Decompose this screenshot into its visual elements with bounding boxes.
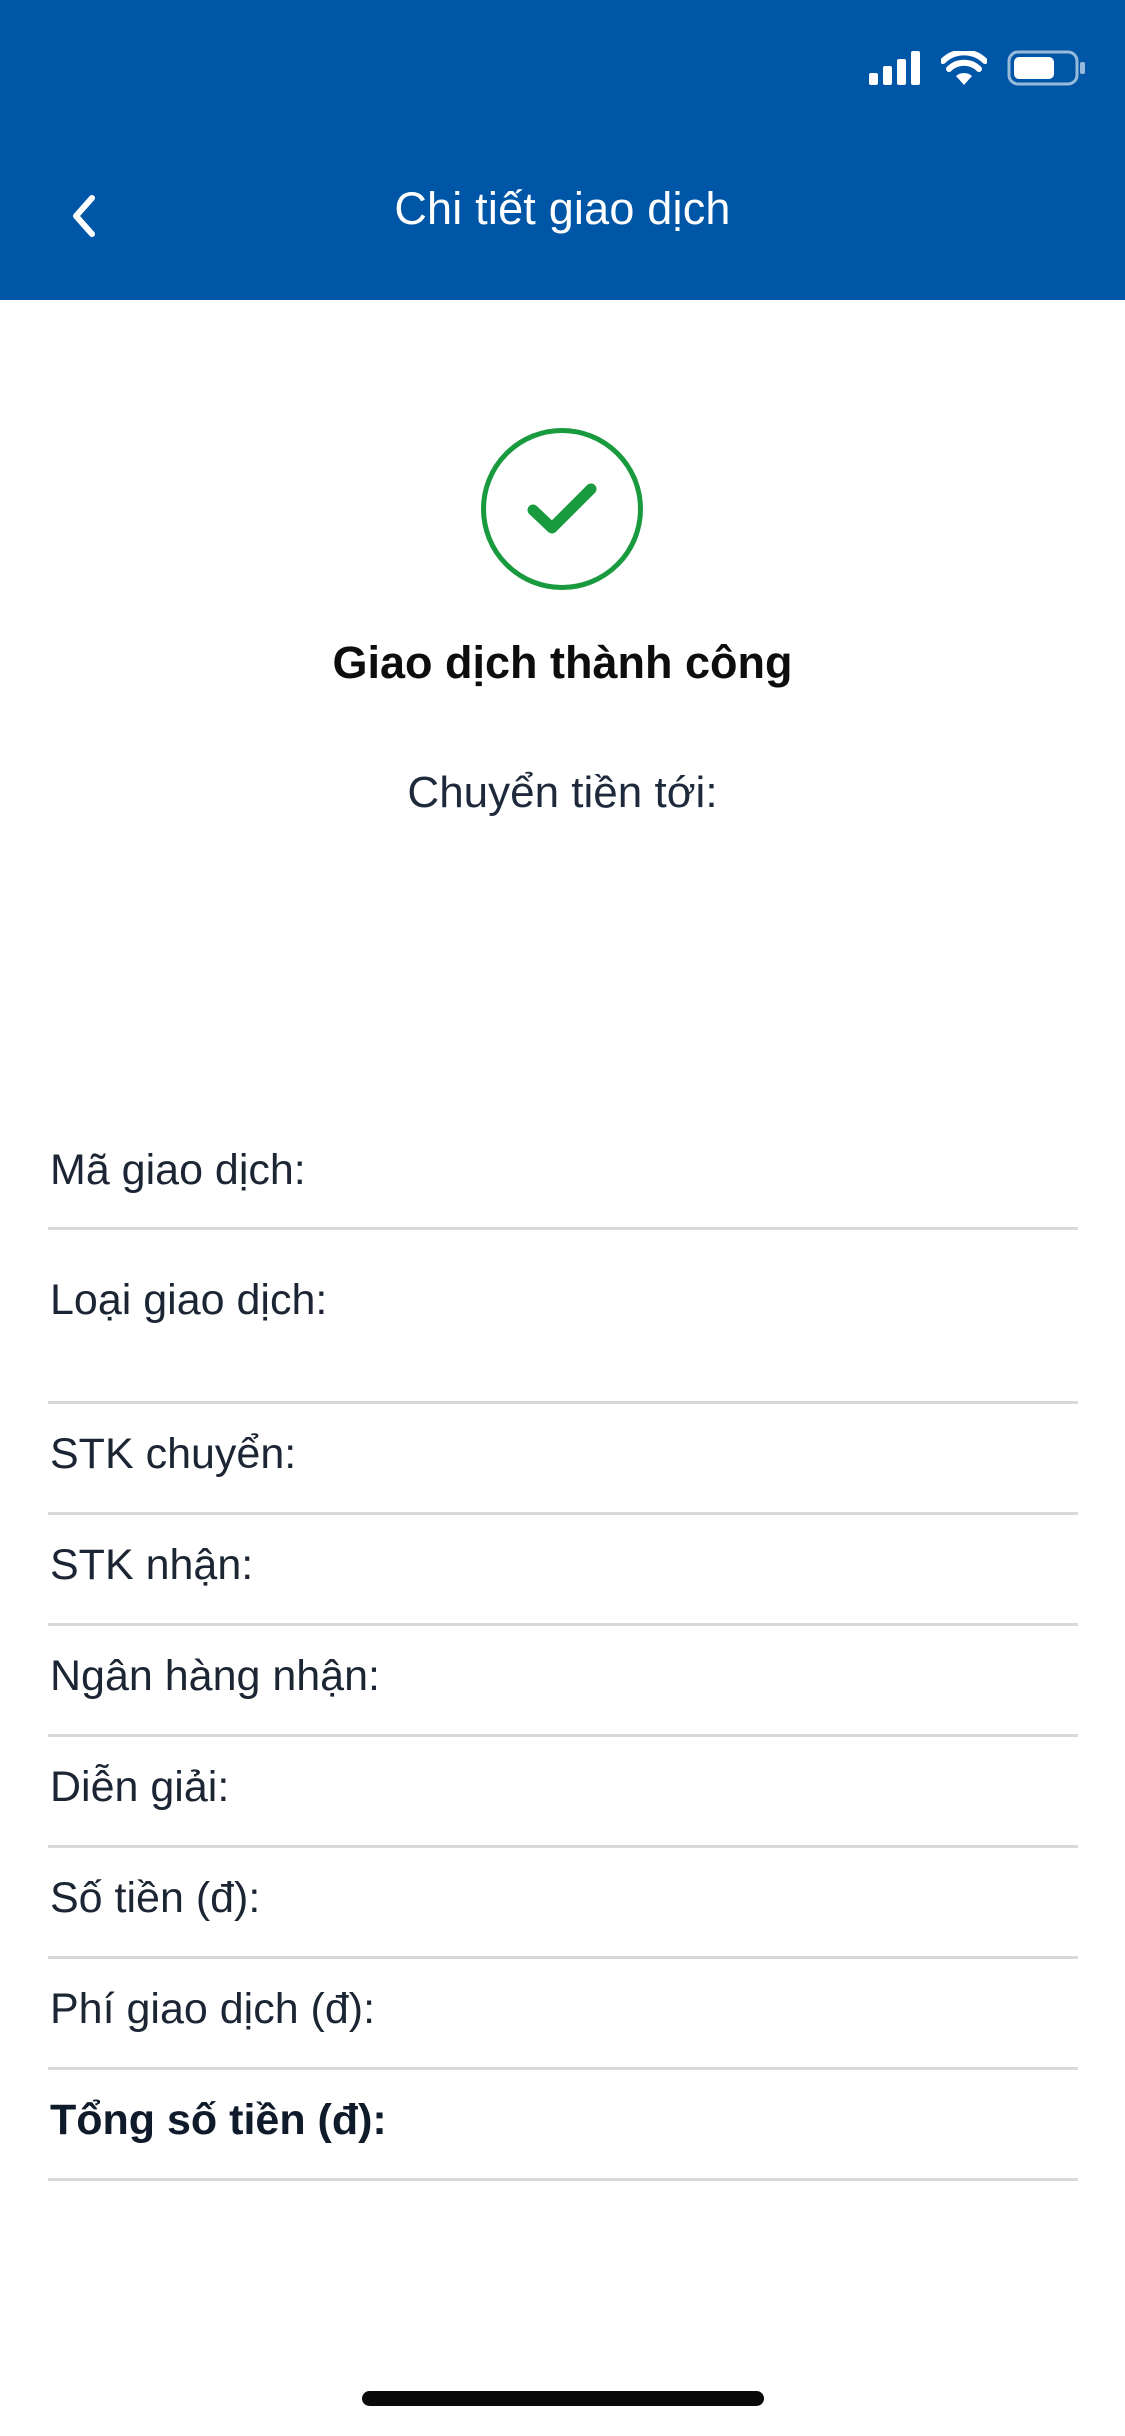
detail-label: Loại giao dịch: <box>50 1276 328 1324</box>
detail-label: STK nhận: <box>50 1541 254 1589</box>
detail-row-from-account: STK chuyển: <box>48 1404 1078 1515</box>
detail-row-receiving-bank: Ngân hàng nhận: <box>48 1626 1078 1737</box>
header-bar: Chi tiết giao dịch <box>0 0 1125 300</box>
status-bar-icons <box>869 50 1087 86</box>
detail-row-transaction-type: Loại giao dịch: <box>48 1230 1078 1404</box>
detail-label: Số tiền (đ): <box>50 1874 261 1922</box>
transaction-details-list: Mã giao dịch: Loại giao dịch: STK chuyển… <box>48 1118 1078 2181</box>
home-indicator[interactable] <box>362 2391 764 2406</box>
transaction-detail-screen: Chi tiết giao dịch Giao dịch thành công … <box>0 0 1125 2436</box>
detail-label: STK chuyển: <box>50 1430 297 1478</box>
detail-label: Phí giao dịch (đ): <box>50 1985 376 2033</box>
success-title: Giao dịch thành công <box>332 637 793 688</box>
detail-label: Ngân hàng nhận: <box>50 1652 380 1700</box>
transfer-to-label: Chuyển tiền tới: <box>407 768 718 817</box>
check-circle-icon <box>481 428 643 590</box>
detail-row-description: Diễn giải: <box>48 1737 1078 1848</box>
detail-label: Diễn giải: <box>50 1763 230 1811</box>
detail-label: Mã giao dịch: <box>50 1146 306 1194</box>
wifi-icon <box>941 51 987 85</box>
detail-row-amount: Số tiền (đ): <box>48 1848 1078 1959</box>
check-icon <box>527 483 597 534</box>
detail-row-fee: Phí giao dịch (đ): <box>48 1959 1078 2070</box>
page-title: Chi tiết giao dịch <box>394 183 731 234</box>
detail-row-transaction-id: Mã giao dịch: <box>48 1118 1078 1230</box>
detail-row-to-account: STK nhận: <box>48 1515 1078 1626</box>
detail-label: Tổng số tiền (đ): <box>50 2096 387 2144</box>
battery-icon <box>1007 50 1085 86</box>
detail-row-total: Tổng số tiền (đ): <box>48 2070 1078 2181</box>
signal-icon <box>869 51 920 85</box>
